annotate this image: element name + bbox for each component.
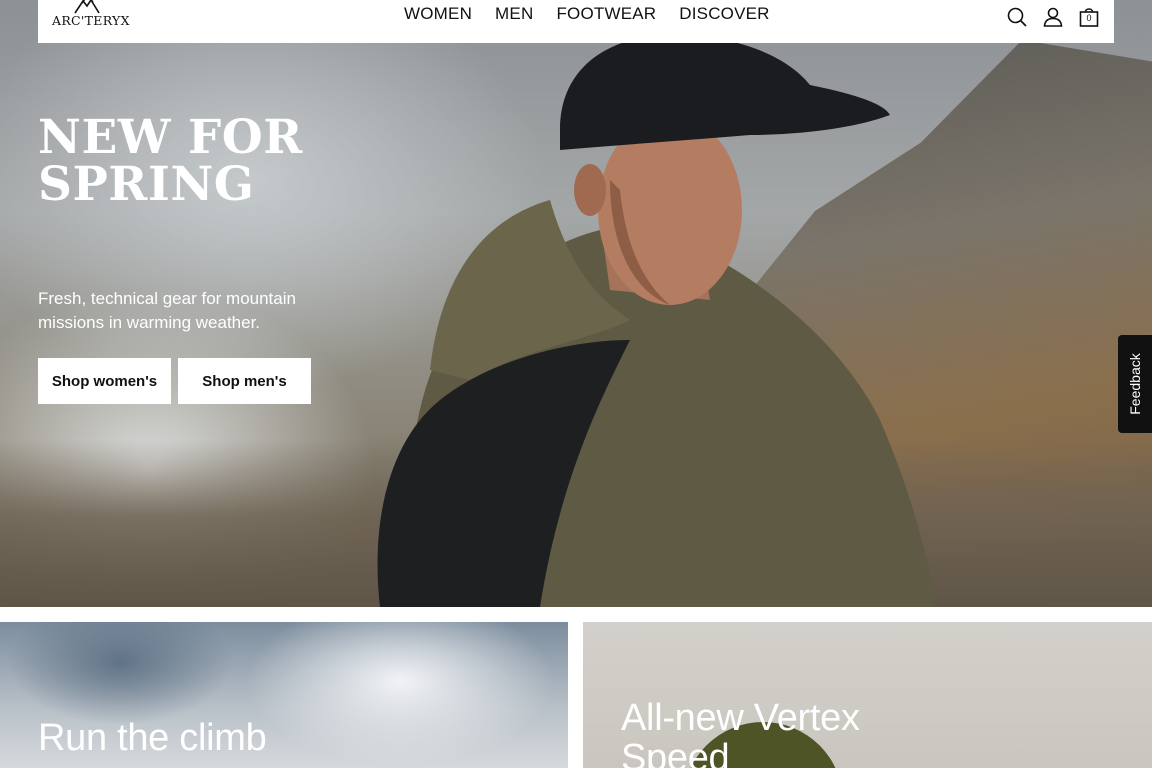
nav-women[interactable]: WOMEN bbox=[404, 4, 472, 24]
brand-logo-text: ARC'TERYX bbox=[52, 13, 130, 28]
tile-vertex-speed[interactable]: All-new Vertex Speed bbox=[583, 622, 1152, 768]
shop-men-button[interactable]: Shop men's bbox=[178, 358, 311, 404]
nav-discover[interactable]: DISCOVER bbox=[679, 4, 769, 24]
hero-photo-hiker bbox=[377, 40, 935, 607]
site-header: ARC'TERYX WOMEN MEN FOOTWEAR DISCOVER 0 bbox=[38, 0, 1114, 43]
search-icon[interactable] bbox=[1006, 6, 1028, 28]
feedback-label: Feedback bbox=[1127, 353, 1143, 415]
hero-title: NEW FOR SPRING bbox=[38, 110, 303, 212]
main-nav: WOMEN MEN FOOTWEAR DISCOVER bbox=[404, 4, 770, 24]
hero-subtitle: Fresh, technical gear for mountain missi… bbox=[38, 289, 296, 332]
bag-icon[interactable]: 0 bbox=[1078, 6, 1100, 28]
tile-title: All-new Vertex Speed bbox=[621, 697, 860, 768]
arcteryx-logo-icon bbox=[74, 0, 100, 14]
nav-footwear[interactable]: FOOTWEAR bbox=[556, 4, 656, 24]
feedback-tab[interactable]: Feedback bbox=[1118, 335, 1152, 433]
header-icons: 0 bbox=[1006, 6, 1100, 28]
brand-logo[interactable]: ARC'TERYX bbox=[52, 0, 129, 32]
nav-men[interactable]: MEN bbox=[495, 4, 533, 24]
tile-run-the-climb[interactable]: Run the climb bbox=[0, 622, 568, 768]
cart-count: 0 bbox=[1086, 13, 1092, 23]
tile-title: Run the climb bbox=[38, 717, 267, 759]
user-icon[interactable] bbox=[1042, 6, 1064, 28]
shop-women-button[interactable]: Shop women's bbox=[38, 358, 171, 404]
